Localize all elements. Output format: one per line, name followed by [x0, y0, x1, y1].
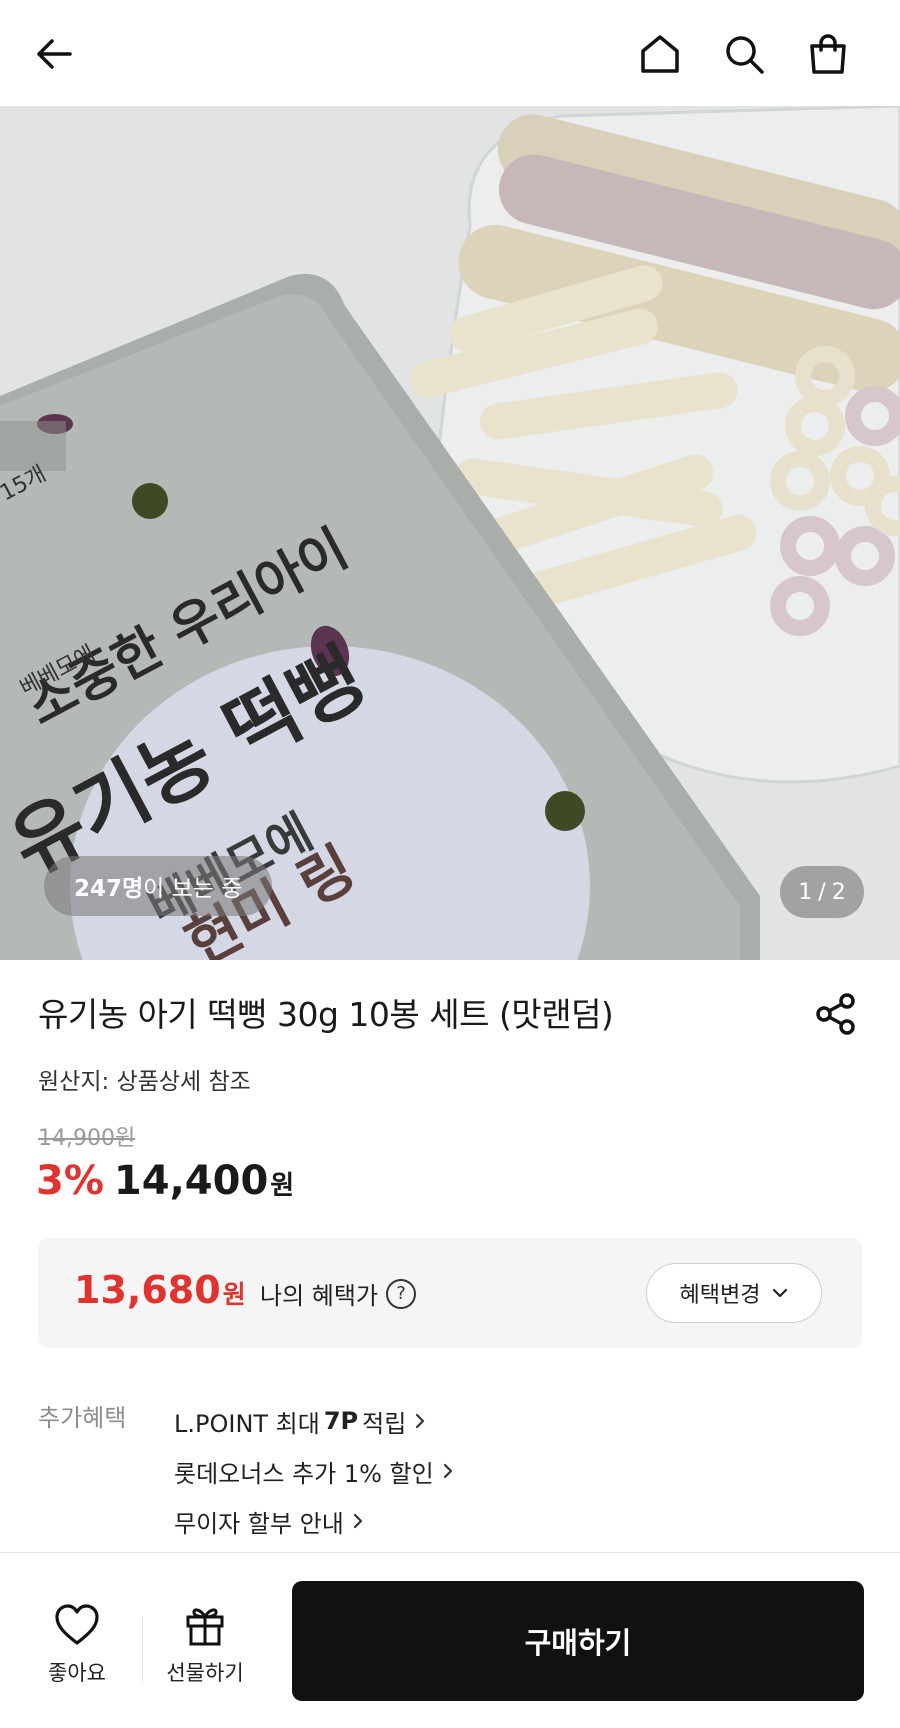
viewers-badge: 247명 이 보는 중 — [44, 856, 273, 916]
bottom-action-bar: 좋아요 선물하기 구매하기 — [0, 1553, 900, 1728]
heart-icon — [55, 1604, 99, 1645]
chevron-right-icon — [353, 1513, 362, 1529]
share-button[interactable] — [808, 986, 864, 1042]
share-icon — [816, 993, 855, 1035]
shopping-bag-icon — [810, 34, 846, 74]
price-row: 3% 14,400 원 — [36, 1158, 294, 1204]
home-icon — [641, 35, 679, 73]
price-unit: 원 — [270, 1171, 295, 1201]
extra-item-text: 무이자 할부 안내 — [174, 1509, 344, 1538]
benefit-price-value: 13,680 — [74, 1268, 221, 1312]
gift-label: 선물하기 — [166, 1661, 244, 1685]
search-button[interactable] — [712, 22, 776, 86]
extra-item-prefix: L.POINT 최대 — [174, 1409, 320, 1438]
help-icon[interactable]: ? — [386, 1278, 417, 1309]
extra-item-text: 롯데오너스 추가 1% 할인 — [174, 1459, 434, 1488]
change-benefit-button[interactable]: 혜택변경 — [646, 1263, 822, 1323]
discount-rate: 3% — [36, 1158, 104, 1204]
benefit-price-unit: 원 — [222, 1280, 246, 1309]
cart-button[interactable] — [796, 22, 860, 86]
product-title: 유기농 아기 떡뻥 30g 10봉 세트 (맛랜덤) — [38, 995, 614, 1034]
top-nav-bar — [0, 0, 900, 106]
original-price: 14,900원 — [38, 1126, 136, 1151]
product-origin: 원산지: 상품상세 참조 — [38, 1069, 251, 1095]
search-icon — [726, 36, 764, 74]
gift-icon — [186, 1608, 224, 1646]
extra-benefit-installment[interactable]: 무이자 할부 안내 — [174, 1496, 458, 1546]
arrow-left-icon — [37, 39, 72, 69]
benefit-label-text: 나의 혜택가 — [260, 1282, 379, 1310]
chevron-right-icon — [416, 1413, 425, 1429]
action-separator — [142, 1617, 143, 1681]
viewers-label: 이 보는 중 — [143, 876, 243, 902]
buy-button[interactable]: 구매하기 — [292, 1581, 864, 1701]
chevron-right-icon — [443, 1463, 452, 1479]
chevron-down-icon — [773, 1288, 788, 1298]
benefit-label: 나의 혜택가 ? — [260, 1276, 417, 1311]
change-benefit-label: 혜택변경 — [679, 1283, 761, 1308]
product-photo: 소중한 우리아이 유기농 떡뻥 베베모에 현미 링 베베모에 15개 — [0, 106, 900, 960]
back-button[interactable] — [22, 22, 86, 86]
extra-item-bold: 7P — [323, 1407, 359, 1435]
extra-benefit-lpoint[interactable]: L.POINT 최대 7P 적립 — [174, 1396, 458, 1446]
home-button[interactable] — [628, 22, 692, 86]
gift-button[interactable]: 선물하기 — [150, 1603, 260, 1713]
image-page-indicator: 1 / 2 — [780, 866, 864, 918]
like-button[interactable]: 좋아요 — [22, 1603, 132, 1713]
extra-benefit-lotte-owners[interactable]: 롯데오너스 추가 1% 할인 — [174, 1446, 458, 1496]
extra-item-suffix: 적립 — [362, 1409, 407, 1438]
extra-benefits-list: L.POINT 최대 7P 적립 롯데오너스 추가 1% 할인 무이자 할부 안… — [174, 1396, 458, 1546]
page-total: 2 — [831, 879, 846, 905]
benefit-price-box: 13,680 원 나의 혜택가 ? 혜택변경 — [38, 1238, 862, 1348]
page-separator: / — [818, 879, 826, 905]
like-label: 좋아요 — [48, 1661, 106, 1685]
page-current: 1 — [798, 879, 813, 905]
benefit-price: 13,680 원 — [74, 1268, 246, 1312]
extra-benefits-label: 추가혜택 — [38, 1404, 127, 1432]
product-image-carousel[interactable]: 소중한 우리아이 유기농 떡뻥 베베모에 현미 링 베베모에 15개 247명 … — [0, 106, 900, 960]
viewers-count: 247명 — [74, 876, 144, 902]
sale-price: 14,400 — [113, 1158, 269, 1204]
